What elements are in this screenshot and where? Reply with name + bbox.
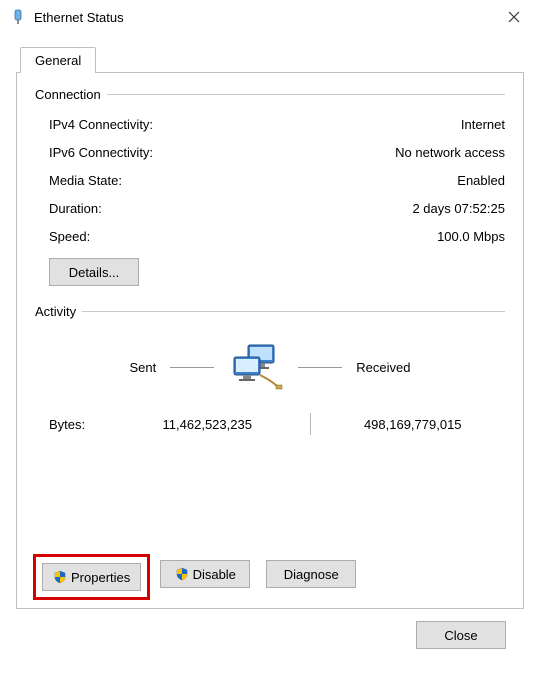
properties-button[interactable]: Properties [42, 563, 141, 591]
diagnose-button[interactable]: Diagnose [266, 560, 356, 588]
sent-label: Sent [130, 360, 157, 375]
row-ipv6: IPv6 Connectivity: No network access [49, 138, 505, 166]
received-label: Received [356, 360, 410, 375]
ethernet-status-window: Ethernet Status General Connection IPv4 … [0, 0, 540, 675]
activity-graphic: Sent [35, 335, 505, 399]
ipv6-value: No network access [395, 145, 505, 160]
titlebar: Ethernet Status [0, 0, 540, 34]
client-area: General Connection IPv4 Connectivity: In… [0, 34, 540, 675]
media-value: Enabled [457, 173, 505, 188]
ethernet-icon [10, 9, 26, 25]
dialog-footer: Close [16, 609, 524, 661]
close-icon[interactable] [494, 2, 534, 32]
action-button-row: Properties Disable [35, 560, 505, 594]
disable-button-label: Disable [193, 567, 236, 582]
row-media: Media State: Enabled [49, 166, 505, 194]
duration-label: Duration: [49, 201, 102, 216]
tabstrip: General [20, 44, 524, 72]
connection-table: IPv4 Connectivity: Internet IPv6 Connect… [35, 110, 505, 250]
network-computers-icon [228, 343, 284, 391]
diagnose-button-label: Diagnose [284, 567, 339, 582]
ipv4-value: Internet [461, 117, 505, 132]
tabpage-general: Connection IPv4 Connectivity: Internet I… [16, 72, 524, 609]
row-duration: Duration: 2 days 07:52:25 [49, 194, 505, 222]
bytes-sent-value: 11,462,523,235 [115, 417, 300, 432]
window-title: Ethernet Status [34, 10, 494, 25]
highlight-properties: Properties [33, 554, 150, 600]
details-button-label: Details... [69, 265, 120, 280]
uac-shield-icon [53, 570, 67, 584]
divider [310, 413, 311, 435]
group-connection-label: Connection [35, 87, 107, 102]
bytes-received-value: 498,169,779,015 [321, 417, 506, 432]
details-button[interactable]: Details... [49, 258, 139, 286]
speed-value: 100.0 Mbps [437, 229, 505, 244]
divider [107, 94, 505, 95]
row-speed: Speed: 100.0 Mbps [49, 222, 505, 250]
tab-general-label: General [35, 53, 81, 68]
ipv4-label: IPv4 Connectivity: [49, 117, 153, 132]
divider [298, 367, 342, 368]
close-button[interactable]: Close [416, 621, 506, 649]
divider [82, 311, 505, 312]
bytes-row: Bytes: 11,462,523,235 498,169,779,015 [35, 413, 505, 435]
close-button-label: Close [444, 628, 477, 643]
divider [170, 367, 214, 368]
properties-button-label: Properties [71, 570, 130, 585]
tab-general[interactable]: General [20, 47, 96, 73]
group-activity-header: Activity [35, 304, 505, 319]
speed-label: Speed: [49, 229, 90, 244]
media-label: Media State: [49, 173, 122, 188]
disable-button[interactable]: Disable [160, 560, 250, 588]
duration-value: 2 days 07:52:25 [412, 201, 505, 216]
group-connection-header: Connection [35, 87, 505, 102]
bytes-label: Bytes: [35, 417, 115, 432]
group-activity-label: Activity [35, 304, 82, 319]
ipv6-label: IPv6 Connectivity: [49, 145, 153, 160]
uac-shield-icon [175, 567, 189, 581]
row-ipv4: IPv4 Connectivity: Internet [49, 110, 505, 138]
